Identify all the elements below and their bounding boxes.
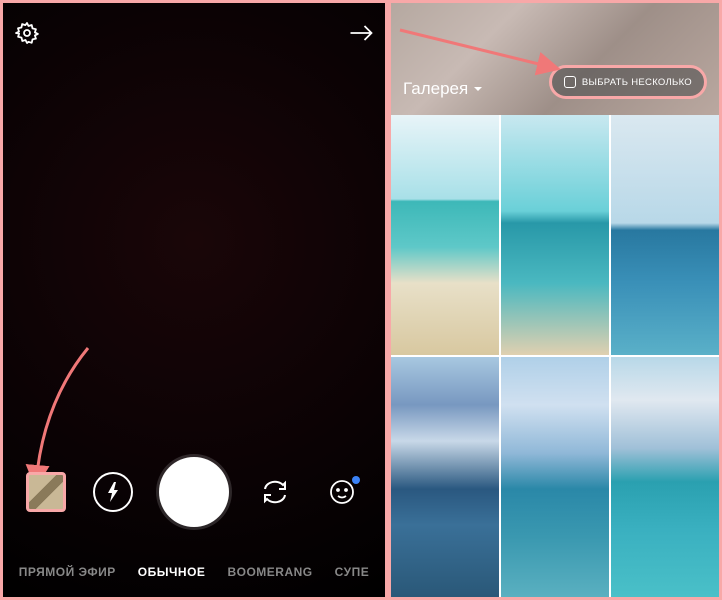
select-multiple-label: ВЫБРАТЬ НЕСКОЛЬКО — [582, 77, 692, 88]
gallery-item[interactable] — [501, 357, 609, 597]
camera-controls — [3, 452, 385, 532]
notification-dot — [352, 476, 360, 484]
gallery-item[interactable] — [501, 115, 609, 355]
gallery-header: Галерея ВЫБРАТЬ НЕСКОЛЬКО — [391, 3, 719, 115]
checkbox-icon — [564, 76, 576, 88]
face-filter-button[interactable] — [322, 472, 362, 512]
camera-top-bar — [13, 13, 375, 53]
gallery-item[interactable] — [611, 115, 719, 355]
camera-screen: ПРЯМОЙ ЭФИР ОБЫЧНОЕ BOOMERANG СУПЕ — [0, 0, 388, 600]
mode-live[interactable]: ПРЯМОЙ ЭФИР — [19, 565, 116, 579]
camera-mode-strip[interactable]: ПРЯМОЙ ЭФИР ОБЫЧНОЕ BOOMERANG СУПЕ — [3, 565, 385, 579]
gallery-grid — [391, 115, 719, 597]
gallery-title-label: Галерея — [403, 79, 468, 99]
gallery-item[interactable] — [391, 357, 499, 597]
gallery-item[interactable] — [611, 357, 719, 597]
gallery-thumbnail-button[interactable] — [26, 472, 66, 512]
gallery-screen: Галерея ВЫБРАТЬ НЕСКОЛЬКО — [388, 0, 722, 600]
switch-camera-button[interactable] — [255, 472, 295, 512]
gallery-item[interactable] — [391, 115, 499, 355]
gallery-dropdown[interactable]: Галерея — [403, 79, 484, 99]
select-multiple-button[interactable]: ВЫБРАТЬ НЕСКОЛЬКО — [549, 65, 707, 99]
shutter-button[interactable] — [159, 457, 229, 527]
chevron-down-icon — [472, 83, 484, 95]
flash-button[interactable] — [93, 472, 133, 512]
settings-button[interactable] — [13, 19, 41, 47]
forward-button[interactable] — [347, 19, 375, 47]
mode-normal[interactable]: ОБЫЧНОЕ — [138, 565, 206, 579]
mode-boomerang[interactable]: BOOMERANG — [227, 565, 312, 579]
mode-superzoom[interactable]: СУПЕ — [335, 565, 370, 579]
